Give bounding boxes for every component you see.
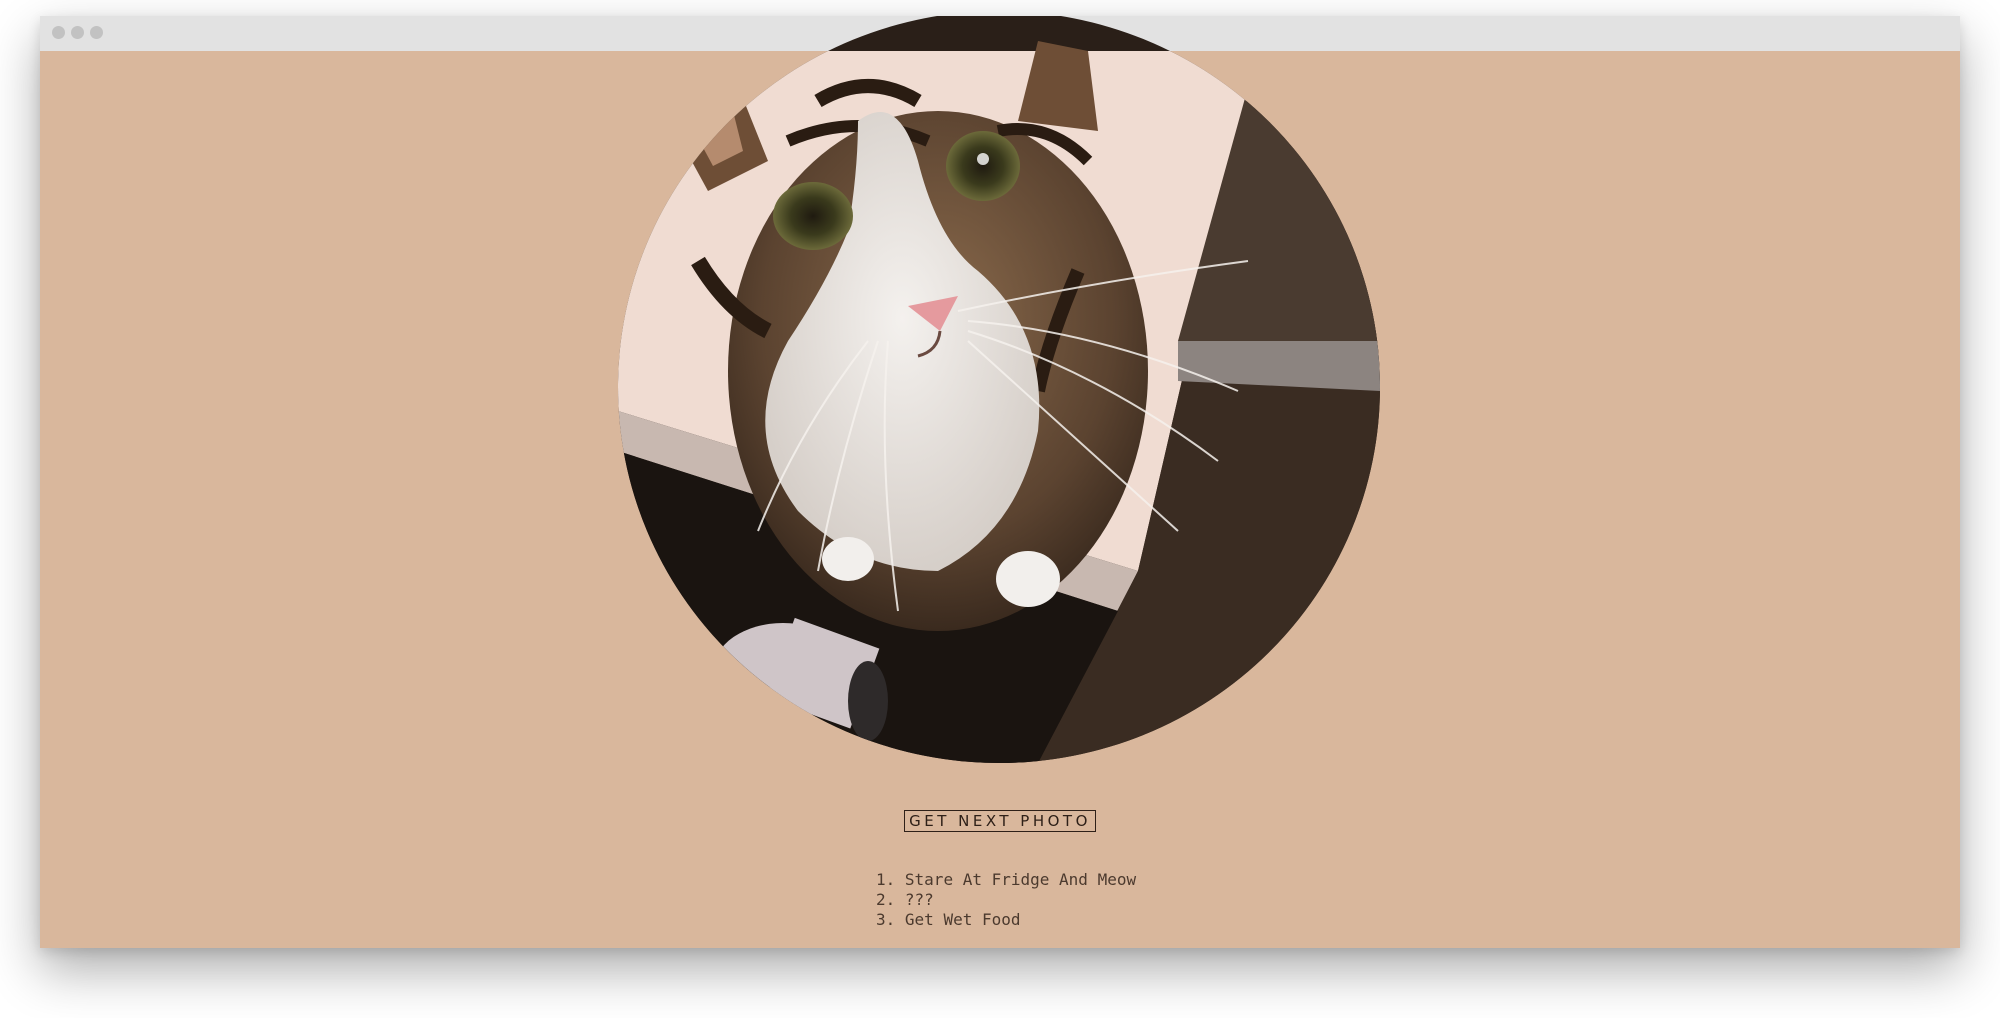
window-close-dot[interactable]: [52, 26, 65, 39]
list-item: 3. Get Wet Food: [876, 910, 1021, 929]
get-next-photo-button[interactable]: GET NEXT PHOTO: [904, 810, 1096, 832]
cat-photo-illustration: [618, 16, 1380, 763]
list-item: 1. Stare At Fridge And Meow: [876, 870, 1137, 889]
list-item: 2. ???: [876, 890, 934, 909]
steps-list: 1. Stare At Fridge And Meow 2. ??? 3. Ge…: [876, 870, 1136, 930]
window-minimize-dot[interactable]: [71, 26, 84, 39]
page-content: GET NEXT PHOTO 1. Stare At Fridge And Me…: [40, 16, 1960, 948]
browser-window: GET NEXT PHOTO 1. Stare At Fridge And Me…: [40, 16, 1960, 948]
window-maximize-dot[interactable]: [90, 26, 103, 39]
cat-photo: [618, 16, 1380, 763]
